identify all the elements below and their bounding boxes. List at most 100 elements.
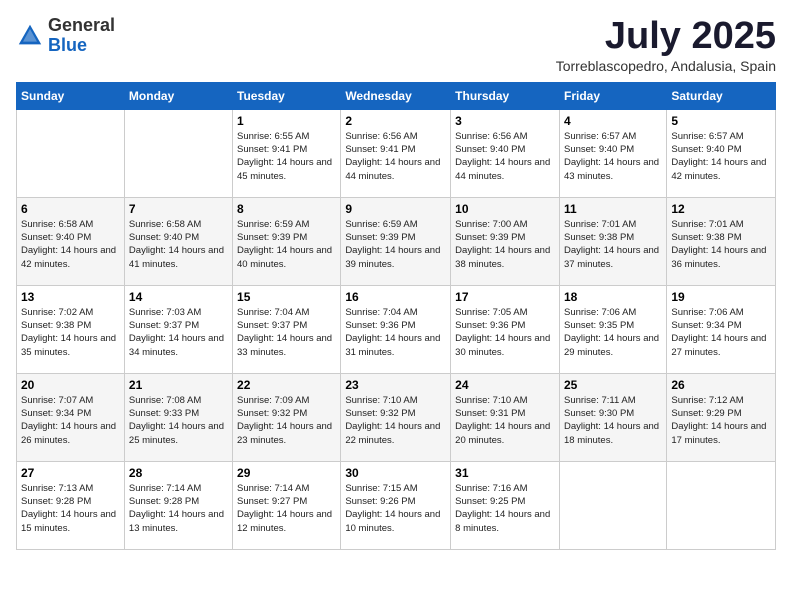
calendar-cell: 8 Sunrise: 6:59 AMSunset: 9:39 PMDaylight…	[233, 197, 341, 285]
day-info: Sunrise: 7:04 AMSunset: 9:37 PMDaylight:…	[237, 306, 336, 359]
day-number: 3	[455, 114, 555, 128]
day-number: 5	[671, 114, 771, 128]
day-info: Sunrise: 7:03 AMSunset: 9:37 PMDaylight:…	[129, 306, 228, 359]
day-info: Sunrise: 7:14 AMSunset: 9:27 PMDaylight:…	[237, 482, 336, 535]
day-info: Sunrise: 7:06 AMSunset: 9:35 PMDaylight:…	[564, 306, 662, 359]
calendar-cell: 28 Sunrise: 7:14 AMSunset: 9:28 PMDayligh…	[124, 461, 232, 549]
day-number: 15	[237, 290, 336, 304]
day-info: Sunrise: 6:57 AMSunset: 9:40 PMDaylight:…	[671, 130, 771, 183]
day-number: 24	[455, 378, 555, 392]
calendar-cell: 5 Sunrise: 6:57 AMSunset: 9:40 PMDaylight…	[667, 109, 776, 197]
day-number: 17	[455, 290, 555, 304]
day-info: Sunrise: 7:13 AMSunset: 9:28 PMDaylight:…	[21, 482, 120, 535]
day-number: 13	[21, 290, 120, 304]
day-number: 10	[455, 202, 555, 216]
calendar-cell: 31 Sunrise: 7:16 AMSunset: 9:25 PMDayligh…	[451, 461, 560, 549]
day-number: 1	[237, 114, 336, 128]
day-number: 20	[21, 378, 120, 392]
calendar-cell: 14 Sunrise: 7:03 AMSunset: 9:37 PMDayligh…	[124, 285, 232, 373]
calendar-cell: 6 Sunrise: 6:58 AMSunset: 9:40 PMDaylight…	[17, 197, 125, 285]
day-info: Sunrise: 7:08 AMSunset: 9:33 PMDaylight:…	[129, 394, 228, 447]
header-friday: Friday	[559, 82, 666, 109]
day-number: 14	[129, 290, 228, 304]
day-number: 19	[671, 290, 771, 304]
day-number: 2	[345, 114, 446, 128]
day-number: 21	[129, 378, 228, 392]
day-number: 7	[129, 202, 228, 216]
day-info: Sunrise: 6:56 AMSunset: 9:40 PMDaylight:…	[455, 130, 555, 183]
logo: General Blue	[16, 16, 115, 56]
calendar-cell: 24 Sunrise: 7:10 AMSunset: 9:31 PMDayligh…	[451, 373, 560, 461]
day-info: Sunrise: 6:56 AMSunset: 9:41 PMDaylight:…	[345, 130, 446, 183]
day-number: 28	[129, 466, 228, 480]
header-sunday: Sunday	[17, 82, 125, 109]
calendar-header-row: SundayMondayTuesdayWednesdayThursdayFrid…	[17, 82, 776, 109]
day-number: 4	[564, 114, 662, 128]
header-saturday: Saturday	[667, 82, 776, 109]
day-number: 6	[21, 202, 120, 216]
day-info: Sunrise: 7:14 AMSunset: 9:28 PMDaylight:…	[129, 482, 228, 535]
calendar-cell	[667, 461, 776, 549]
calendar-cell: 4 Sunrise: 6:57 AMSunset: 9:40 PMDaylight…	[559, 109, 666, 197]
day-number: 29	[237, 466, 336, 480]
calendar-cell: 10Sunrise: 7:00 AMSunset: 9:39 PMDayligh…	[451, 197, 560, 285]
calendar-cell: 25Sunrise: 7:11 AMSunset: 9:30 PMDayligh…	[559, 373, 666, 461]
day-number: 27	[21, 466, 120, 480]
calendar-cell	[559, 461, 666, 549]
header-tuesday: Tuesday	[233, 82, 341, 109]
day-info: Sunrise: 7:01 AMSunset: 9:38 PMDaylight:…	[671, 218, 771, 271]
header-monday: Monday	[124, 82, 232, 109]
calendar-week-2: 6 Sunrise: 6:58 AMSunset: 9:40 PMDaylight…	[17, 197, 776, 285]
title-block: July 2025 Torreblascopedro, Andalusia, S…	[556, 16, 776, 74]
calendar-week-5: 27 Sunrise: 7:13 AMSunset: 9:28 PMDayligh…	[17, 461, 776, 549]
day-info: Sunrise: 7:09 AMSunset: 9:32 PMDaylight:…	[237, 394, 336, 447]
calendar-cell: 19Sunrise: 7:06 AMSunset: 9:34 PMDayligh…	[667, 285, 776, 373]
header-wednesday: Wednesday	[341, 82, 451, 109]
calendar-cell: 30 Sunrise: 7:15 AMSunset: 9:26 PMDayligh…	[341, 461, 451, 549]
day-number: 22	[237, 378, 336, 392]
day-number: 23	[345, 378, 446, 392]
logo-blue-text: Blue	[48, 36, 115, 56]
logo-icon	[16, 22, 44, 50]
header-thursday: Thursday	[451, 82, 560, 109]
day-info: Sunrise: 7:04 AMSunset: 9:36 PMDaylight:…	[345, 306, 446, 359]
calendar-week-1: 1 Sunrise: 6:55 AMSunset: 9:41 PMDaylight…	[17, 109, 776, 197]
calendar-cell	[17, 109, 125, 197]
day-info: Sunrise: 7:10 AMSunset: 9:31 PMDaylight:…	[455, 394, 555, 447]
day-info: Sunrise: 7:05 AMSunset: 9:36 PMDaylight:…	[455, 306, 555, 359]
calendar-cell: 11Sunrise: 7:01 AMSunset: 9:38 PMDayligh…	[559, 197, 666, 285]
calendar-cell: 21 Sunrise: 7:08 AMSunset: 9:33 PMDayligh…	[124, 373, 232, 461]
day-info: Sunrise: 6:58 AMSunset: 9:40 PMDaylight:…	[21, 218, 120, 271]
day-info: Sunrise: 7:02 AMSunset: 9:38 PMDaylight:…	[21, 306, 120, 359]
day-info: Sunrise: 7:10 AMSunset: 9:32 PMDaylight:…	[345, 394, 446, 447]
day-info: Sunrise: 6:57 AMSunset: 9:40 PMDaylight:…	[564, 130, 662, 183]
day-number: 31	[455, 466, 555, 480]
day-info: Sunrise: 6:59 AMSunset: 9:39 PMDaylight:…	[237, 218, 336, 271]
calendar-cell: 2 Sunrise: 6:56 AMSunset: 9:41 PMDaylight…	[341, 109, 451, 197]
day-info: Sunrise: 7:07 AMSunset: 9:34 PMDaylight:…	[21, 394, 120, 447]
calendar-cell: 9 Sunrise: 6:59 AMSunset: 9:39 PMDaylight…	[341, 197, 451, 285]
day-number: 30	[345, 466, 446, 480]
calendar-cell: 18Sunrise: 7:06 AMSunset: 9:35 PMDayligh…	[559, 285, 666, 373]
location: Torreblascopedro, Andalusia, Spain	[556, 58, 776, 74]
calendar-cell: 16Sunrise: 7:04 AMSunset: 9:36 PMDayligh…	[341, 285, 451, 373]
day-info: Sunrise: 7:16 AMSunset: 9:25 PMDaylight:…	[455, 482, 555, 535]
day-number: 9	[345, 202, 446, 216]
day-info: Sunrise: 7:12 AMSunset: 9:29 PMDaylight:…	[671, 394, 771, 447]
calendar-week-3: 13 Sunrise: 7:02 AMSunset: 9:38 PMDayligh…	[17, 285, 776, 373]
logo-text: General Blue	[48, 16, 115, 56]
logo-general-text: General	[48, 16, 115, 36]
calendar-cell: 26Sunrise: 7:12 AMSunset: 9:29 PMDayligh…	[667, 373, 776, 461]
day-info: Sunrise: 6:55 AMSunset: 9:41 PMDaylight:…	[237, 130, 336, 183]
day-info: Sunrise: 6:59 AMSunset: 9:39 PMDaylight:…	[345, 218, 446, 271]
calendar-table: SundayMondayTuesdayWednesdayThursdayFrid…	[16, 82, 776, 550]
calendar-cell: 12Sunrise: 7:01 AMSunset: 9:38 PMDayligh…	[667, 197, 776, 285]
calendar-cell: 20 Sunrise: 7:07 AMSunset: 9:34 PMDayligh…	[17, 373, 125, 461]
calendar-cell: 23 Sunrise: 7:10 AMSunset: 9:32 PMDayligh…	[341, 373, 451, 461]
day-number: 8	[237, 202, 336, 216]
calendar-cell: 7Sunrise: 6:58 AMSunset: 9:40 PMDaylight…	[124, 197, 232, 285]
page-header: General Blue July 2025 Torreblascopedro,…	[16, 16, 776, 74]
calendar-cell: 1 Sunrise: 6:55 AMSunset: 9:41 PMDaylight…	[233, 109, 341, 197]
calendar-cell: 17 Sunrise: 7:05 AMSunset: 9:36 PMDayligh…	[451, 285, 560, 373]
day-info: Sunrise: 7:15 AMSunset: 9:26 PMDaylight:…	[345, 482, 446, 535]
